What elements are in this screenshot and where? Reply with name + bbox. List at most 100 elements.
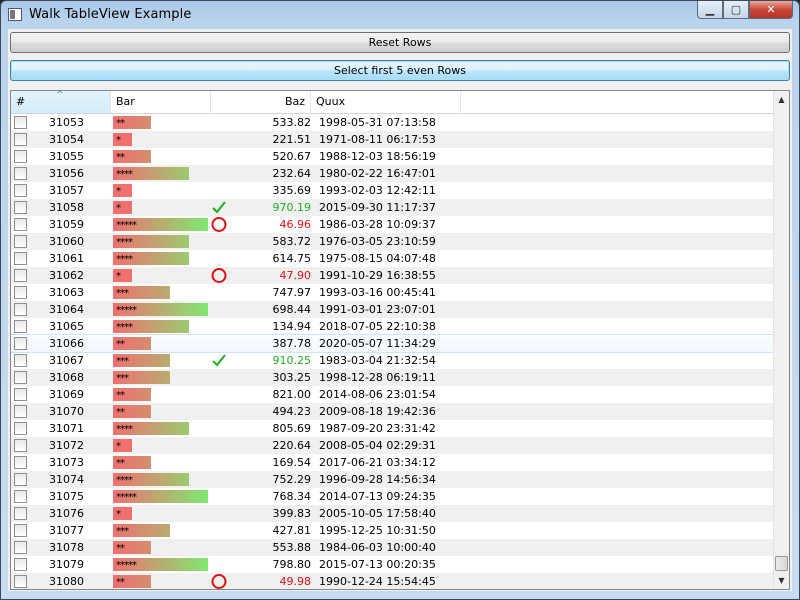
table-row[interactable]: 31062 * 47.90 1991-10-29 16:38:55 <box>11 267 775 284</box>
table-view[interactable]: ^ # Bar Baz Quux 31053 ** 533.82 1998-05-31… <box>10 90 790 590</box>
bar-stars: **** <box>116 475 133 486</box>
column-header-bar[interactable]: Bar <box>111 91 211 113</box>
table-row[interactable]: 31074 **** 752.29 1996-09-28 14:56:34 <box>11 471 775 488</box>
cell-baz: 520.67 <box>272 150 312 163</box>
cell-quux: 1991-10-29 16:38:55 <box>319 269 436 282</box>
table-row[interactable]: 31071 **** 805.69 1987-09-20 23:31:42 <box>11 420 775 437</box>
row-checkbox[interactable] <box>14 252 27 265</box>
scroll-up-arrow-icon[interactable]: ▲ <box>774 91 789 108</box>
table-row[interactable]: 31078 ** 553.88 1984-06-03 10:00:40 <box>11 539 775 556</box>
scroll-down-arrow-icon[interactable]: ▼ <box>774 572 789 589</box>
table-row[interactable]: 31067 *** 910.25 1983-03-04 21:32:54 <box>11 352 775 369</box>
bar-gradient: ** <box>113 541 151 554</box>
row-checkbox[interactable] <box>14 354 27 367</box>
table-row[interactable]: 31064 ***** 698.44 1991-03-01 23:07:01 <box>11 301 775 318</box>
cell-number: 31056 <box>49 167 84 180</box>
row-checkbox[interactable] <box>14 286 27 299</box>
row-checkbox[interactable] <box>14 184 27 197</box>
table-row[interactable]: 31053 ** 533.82 1998-05-31 07:13:58 <box>11 114 775 131</box>
cell-number: 31063 <box>49 286 84 299</box>
table-row[interactable]: 31075 ***** 768.34 2014-07-13 09:24:35 <box>11 488 775 505</box>
column-header-baz[interactable]: Baz <box>211 91 311 113</box>
close-button[interactable]: ✕ <box>749 1 793 19</box>
table-row[interactable]: 31077 *** 427.81 1995-12-25 10:31:50 <box>11 522 775 539</box>
row-checkbox[interactable] <box>14 218 27 231</box>
row-checkbox[interactable] <box>14 269 27 282</box>
reset-rows-button[interactable]: Reset Rows <box>10 32 790 53</box>
row-checkbox[interactable] <box>14 524 27 537</box>
row-checkbox[interactable] <box>14 490 27 503</box>
table-row[interactable]: 31056 **** 232.64 1980-02-22 16:47:01 <box>11 165 775 182</box>
vertical-scrollbar[interactable]: ▲ ▼ <box>773 91 789 589</box>
bar-stars: * <box>116 271 121 282</box>
select-even-rows-button[interactable]: Select first 5 even Rows <box>10 60 790 81</box>
cell-baz: 910.25 <box>272 354 312 367</box>
bar-gradient: **** <box>113 167 189 180</box>
bar-stars: ***** <box>116 220 137 231</box>
row-checkbox[interactable] <box>14 371 27 384</box>
column-header-number[interactable]: ^ # <box>11 91 111 113</box>
table-row[interactable]: 31068 *** 303.25 1998-12-28 06:19:11 <box>11 369 775 386</box>
table-row[interactable]: 31076 * 399.83 2005-10-05 17:58:40 <box>11 505 775 522</box>
minimize-button[interactable]: ▁ <box>697 1 723 19</box>
table-row[interactable]: 31060 **** 583.72 1976-03-05 23:10:59 <box>11 233 775 250</box>
table-row[interactable]: 31080 ** 49.98 1990-12-24 15:54:45 <box>11 573 775 589</box>
table-row[interactable]: 31079 ***** 798.80 2015-07-13 00:20:35 <box>11 556 775 573</box>
row-checkbox[interactable] <box>14 388 27 401</box>
row-checkbox[interactable] <box>14 558 27 571</box>
table-row[interactable]: 31066 ** 387.78 2020-05-07 11:34:29 <box>11 334 776 353</box>
cell-baz: 49.98 <box>279 575 312 588</box>
row-checkbox[interactable] <box>14 405 27 418</box>
table-row[interactable]: 31073 ** 169.54 2017-06-21 03:34:12 <box>11 454 775 471</box>
bar-gradient: ** <box>113 337 151 350</box>
row-checkbox[interactable] <box>14 201 27 214</box>
cell-quux: 2014-08-06 23:01:54 <box>319 388 436 401</box>
cell-baz: 970.19 <box>272 201 312 214</box>
scrollbar-thumb[interactable] <box>775 556 788 571</box>
table-row[interactable]: 31057 * 335.69 1993-02-03 12:42:11 <box>11 182 775 199</box>
row-checkbox[interactable] <box>14 507 27 520</box>
table-row[interactable]: 31072 * 220.64 2008-05-04 02:29:31 <box>11 437 775 454</box>
cell-baz: 798.80 <box>272 558 312 571</box>
bar-gradient: * <box>113 133 132 146</box>
row-checkbox[interactable] <box>14 575 27 588</box>
bar-gradient: ** <box>113 456 151 469</box>
table-row[interactable]: 31054 * 221.51 1971-08-11 06:17:53 <box>11 131 775 148</box>
row-checkbox[interactable] <box>14 133 27 146</box>
cell-number: 31071 <box>49 422 84 435</box>
bar-gradient: **** <box>113 235 189 248</box>
row-checkbox[interactable] <box>14 456 27 469</box>
cell-number: 31077 <box>49 524 84 537</box>
row-checkbox[interactable] <box>14 337 27 350</box>
table-row[interactable]: 31065 **** 134.94 2018-07-05 22:10:38 <box>11 318 775 335</box>
table-row[interactable]: 31059 ***** 46.96 1986-03-28 10:09:37 <box>11 216 775 233</box>
row-checkbox[interactable] <box>14 439 27 452</box>
cell-baz: 553.88 <box>272 541 312 554</box>
row-checkbox[interactable] <box>14 541 27 554</box>
row-checkbox[interactable] <box>14 150 27 163</box>
table-row[interactable]: 31061 **** 614.75 1975-08-15 04:07:48 <box>11 250 775 267</box>
row-checkbox[interactable] <box>14 303 27 316</box>
table-row[interactable]: 31070 ** 494.23 2009-08-18 19:42:36 <box>11 403 775 420</box>
table-row[interactable]: 31069 ** 821.00 2014-08-06 23:01:54 <box>11 386 775 403</box>
row-checkbox[interactable] <box>14 320 27 333</box>
bar-gradient: ***** <box>113 558 208 571</box>
cell-baz: 387.78 <box>272 337 312 350</box>
close-icon: ✕ <box>766 3 776 16</box>
table-row[interactable]: 31058 * 970.19 2015-09-30 11:17:37 <box>11 199 775 216</box>
cell-number: 31066 <box>49 337 84 350</box>
cell-number: 31078 <box>49 541 84 554</box>
column-header-quux[interactable]: Quux <box>311 91 461 113</box>
table-row[interactable]: 31055 ** 520.67 1988-12-03 18:56:19 <box>11 148 775 165</box>
row-checkbox[interactable] <box>14 422 27 435</box>
row-checkbox[interactable] <box>14 473 27 486</box>
row-checkbox[interactable] <box>14 167 27 180</box>
sort-ascending-icon: ^ <box>56 90 64 100</box>
row-checkbox[interactable] <box>14 116 27 129</box>
title-bar[interactable]: Walk TableView Example ▁ ▢ ✕ <box>1 1 799 29</box>
table-row[interactable]: 31063 *** 747.97 1993-03-16 00:45:41 <box>11 284 775 301</box>
bar-stars: **** <box>116 169 133 180</box>
maximize-button[interactable]: ▢ <box>723 1 749 19</box>
row-checkbox[interactable] <box>14 235 27 248</box>
cell-quux: 1975-08-15 04:07:48 <box>319 252 436 265</box>
